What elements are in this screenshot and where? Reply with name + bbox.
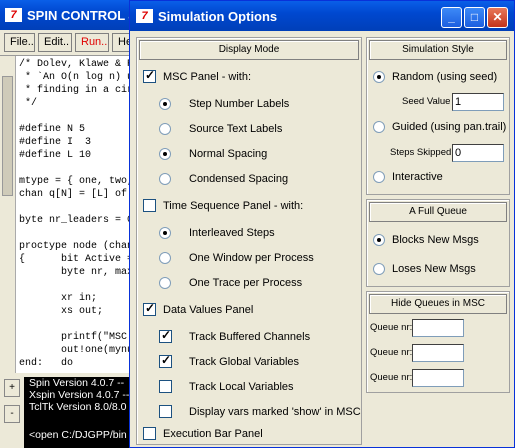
- normal-spacing-radio[interactable]: [159, 148, 171, 160]
- source-text-labels-radio[interactable]: [159, 123, 171, 135]
- code-line: #define N 5 /*: [19, 124, 140, 135]
- msc-panel-label[interactable]: MSC Panel - with:: [163, 71, 251, 83]
- track-local-variables-label[interactable]: Track Local Variables: [189, 381, 294, 393]
- track-buffered-channels-checkbox[interactable]: [159, 328, 172, 343]
- queue-nr-input-1[interactable]: [412, 319, 464, 337]
- step-number-labels-label[interactable]: Step Number Labels: [189, 98, 289, 110]
- msc-panel-checkbox[interactable]: [143, 68, 156, 83]
- code-line: xs out;: [19, 306, 104, 317]
- display-vars-show-label[interactable]: Display vars marked 'show' in MSC: [189, 406, 361, 418]
- code-line: /* Dolev, Klawe & Rod: [19, 59, 140, 70]
- data-values-label[interactable]: Data Values Panel: [163, 304, 253, 316]
- condensed-spacing-radio[interactable]: [159, 173, 171, 185]
- time-sequence-label[interactable]: Time Sequence Panel - with:: [163, 200, 303, 212]
- execution-bar-label[interactable]: Execution Bar Panel: [163, 428, 263, 440]
- track-global-variables-checkbox[interactable]: [159, 353, 172, 368]
- menu-run[interactable]: Run..: [75, 33, 109, 52]
- time-sequence-checkbox[interactable]: [143, 199, 156, 212]
- code-line: proctype node (chan in: [19, 241, 140, 252]
- maximize-button[interactable]: □: [464, 7, 485, 28]
- main-title-bar[interactable]: 7 SPIN CONTROL 4: [0, 0, 140, 30]
- code-line: mtype = { one, two, win: [19, 176, 140, 187]
- source-editor[interactable]: /* Dolev, Klawe & Rod * `An O(n log n) u…: [0, 55, 140, 373]
- console-line: TclTk Version 8.0/8.0: [29, 401, 127, 413]
- queue-nr-label: Queue nr:: [370, 347, 413, 358]
- queue-nr-label: Queue nr:: [370, 322, 413, 333]
- display-vars-show-checkbox[interactable]: [159, 405, 172, 418]
- console-area: + - Spin Version 4.0.7 -- Xspin Version …: [0, 373, 140, 448]
- track-local-variables-checkbox[interactable]: [159, 380, 172, 393]
- guided-trail-radio[interactable]: [373, 121, 385, 133]
- random-seed-label[interactable]: Random (using seed): [392, 71, 497, 83]
- code-line: * finding in a circle,' J.: [25, 85, 140, 96]
- random-seed-radio[interactable]: [373, 71, 385, 83]
- seed-value-label: Seed Value: [402, 96, 451, 107]
- interactive-radio[interactable]: [373, 171, 385, 183]
- loses-new-msgs-radio[interactable]: [373, 263, 385, 275]
- interleaved-steps-radio[interactable]: [159, 227, 171, 239]
- code-line: chan q[N] = [L] of { mty: [19, 189, 139, 200]
- one-trace-per-process-label[interactable]: One Trace per Process: [189, 277, 302, 289]
- steps-skipped-input[interactable]: 0: [452, 144, 504, 162]
- interleaved-steps-label[interactable]: Interleaved Steps: [189, 227, 275, 239]
- display-mode-header: Display Mode: [139, 40, 359, 60]
- guided-trail-label[interactable]: Guided (using pan.trail): [392, 121, 506, 133]
- console-line: Xspin Version 4.0.7 --: [29, 389, 130, 401]
- track-global-variables-label[interactable]: Track Global Variables: [189, 356, 299, 368]
- spin-logo-icon: 7: [5, 8, 22, 22]
- hide-queues-header: Hide Queues in MSC: [369, 294, 507, 314]
- code-line: printf("MSC:: [19, 332, 140, 343]
- queue-nr-input-3[interactable]: [412, 369, 464, 387]
- step-number-labels-radio[interactable]: [159, 98, 171, 110]
- blocks-new-msgs-label[interactable]: Blocks New Msgs: [392, 234, 479, 246]
- loses-new-msgs-label[interactable]: Loses New Msgs: [392, 263, 476, 275]
- condensed-spacing-label[interactable]: Condensed Spacing: [189, 173, 288, 185]
- steps-skipped-label: Steps Skipped: [390, 147, 452, 158]
- queue-nr-input-2[interactable]: [412, 344, 464, 362]
- data-values-checkbox[interactable]: [143, 301, 156, 316]
- one-window-per-process-radio[interactable]: [159, 252, 171, 264]
- menu-edit[interactable]: Edit..: [38, 33, 72, 52]
- blocks-new-msgs-radio[interactable]: [373, 234, 385, 246]
- code-line: #define I 3 /*: [19, 137, 140, 148]
- scrollbar-thumb[interactable]: [2, 76, 13, 196]
- console-output: Spin Version 4.0.7 -- Xspin Version 4.0.…: [24, 377, 140, 448]
- console-line: <open C:/DJGPP/bin: [29, 429, 127, 441]
- console-expand-button[interactable]: +: [4, 379, 20, 397]
- simulation-options-dialog: 7 Simulation Options _ □ ✕ Display Mode …: [129, 0, 515, 448]
- spin-logo-icon: 7: [136, 9, 153, 23]
- execution-bar-checkbox[interactable]: [143, 427, 156, 440]
- queue-nr-label: Queue nr:: [370, 372, 413, 383]
- minimize-button[interactable]: _: [441, 7, 462, 28]
- code-line: */: [19, 98, 38, 109]
- editor-scrollbar[interactable]: [0, 56, 16, 373]
- code-line: byte nr_leaders = 0;: [19, 215, 140, 226]
- console-line: Spin Version 4.0.7 --: [29, 377, 125, 389]
- code-line: byte nr, maxim: [19, 267, 140, 278]
- one-window-per-process-label[interactable]: One Window per Process: [189, 252, 314, 264]
- code-line: { bit Active = 1: [19, 254, 140, 265]
- seed-value-input[interactable]: 1: [452, 93, 504, 111]
- normal-spacing-label[interactable]: Normal Spacing: [189, 148, 267, 160]
- full-queue-header: A Full Queue: [369, 202, 507, 222]
- code-line: xr in;: [19, 293, 98, 304]
- code-line: end: do: [19, 358, 74, 369]
- dialog-title-bar[interactable]: 7 Simulation Options _ □ ✕: [130, 1, 514, 31]
- track-buffered-channels-label[interactable]: Track Buffered Channels: [189, 331, 310, 343]
- console-collapse-button[interactable]: -: [4, 405, 20, 423]
- code-line: out!one(mynu: [19, 345, 134, 356]
- interactive-label[interactable]: Interactive: [392, 171, 443, 183]
- dialog-title: Simulation Options: [158, 9, 278, 24]
- close-button[interactable]: ✕: [487, 7, 508, 28]
- menu-file[interactable]: File..: [4, 33, 35, 52]
- simulation-style-header: Simulation Style: [369, 40, 507, 60]
- main-window-title: SPIN CONTROL 4: [27, 8, 136, 23]
- code-line: #define L 10 /*: [19, 150, 140, 161]
- code-line: * `An O(n log n) unidire: [25, 72, 140, 83]
- main-window: 7 SPIN CONTROL 4 File.. Edit.. Run.. He …: [0, 0, 140, 448]
- source-text-labels-label[interactable]: Source Text Labels: [189, 123, 282, 135]
- one-trace-per-process-radio[interactable]: [159, 277, 171, 289]
- main-menu-bar: File.. Edit.. Run.. He: [0, 30, 140, 54]
